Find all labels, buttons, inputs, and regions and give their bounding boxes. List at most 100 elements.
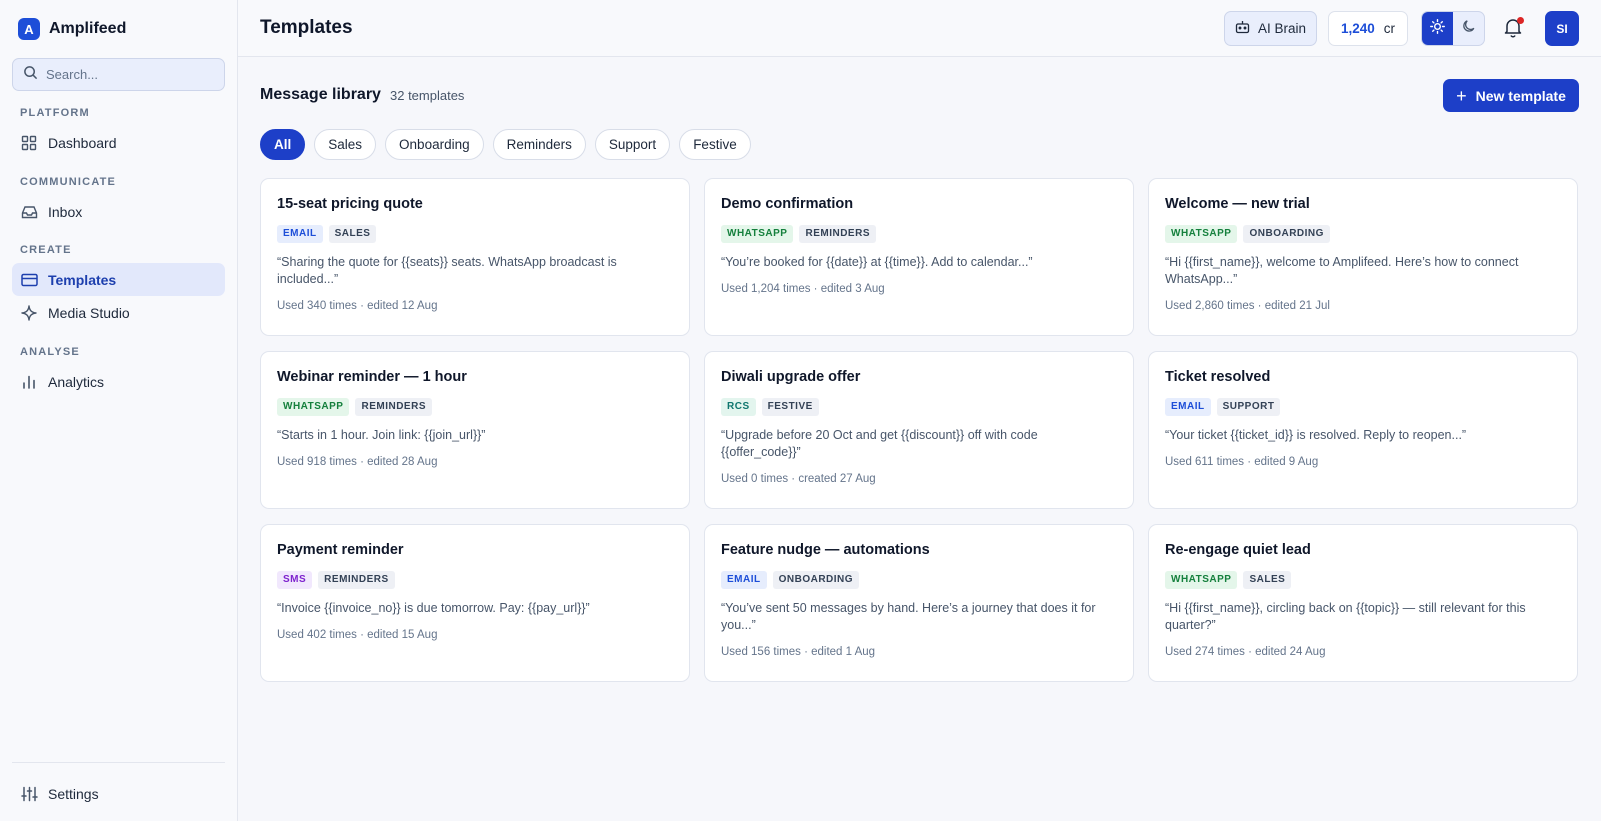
- template-card[interactable]: Re-engage quiet lead WHATSAPP SALES “Hi {…: [1148, 524, 1578, 682]
- template-title: Demo confirmation: [721, 196, 854, 212]
- new-template-button[interactable]: + New template: [1443, 79, 1579, 112]
- template-title: Payment reminder: [277, 542, 404, 558]
- notification-dot: [1517, 17, 1524, 24]
- template-title: Feature nudge — automations: [721, 542, 930, 558]
- filter-chip-all[interactable]: All: [260, 129, 306, 160]
- search-box[interactable]: [12, 58, 225, 91]
- sidebar-item-label: Dashboard: [48, 134, 117, 151]
- sidebar-item-settings[interactable]: Settings: [12, 777, 225, 810]
- template-preview: “Upgrade before 20 Oct and get {{discoun…: [721, 428, 1038, 459]
- templates-icon: [20, 271, 38, 289]
- dashboard-icon: [20, 134, 38, 152]
- template-meta: Used 2,860 times · edited 21 Jul: [1165, 300, 1330, 312]
- filter-chip-reminders[interactable]: Reminders: [492, 129, 586, 160]
- channel-tag: SMS: [277, 571, 313, 589]
- template-preview: “Invoice {{invoice_no}} is due tomorrow.…: [277, 601, 590, 615]
- template-meta: Used 402 times · edited 15 Aug: [277, 629, 438, 641]
- sidebar: A Amplifeed PLATFORM Dashboard COMMUNICA…: [0, 0, 238, 821]
- template-card[interactable]: 15-seat pricing quote EMAIL SALES “Sharin…: [260, 178, 690, 336]
- sidebar-item-templates[interactable]: Templates: [12, 263, 225, 296]
- sidebar-item-dashboard[interactable]: Dashboard: [12, 126, 225, 159]
- theme-toggle[interactable]: [1421, 11, 1485, 46]
- sliders-icon: [20, 785, 38, 803]
- template-grid: 15-seat pricing quote EMAIL SALES “Sharin…: [260, 178, 1579, 682]
- sidebar-item-label: Inbox: [48, 203, 83, 220]
- sidebar-item-label: Templates: [48, 271, 117, 288]
- template-preview: “Your ticket {{ticket_id}} is resolved. …: [1165, 428, 1467, 442]
- filter-chip-onboarding[interactable]: Onboarding: [385, 129, 484, 160]
- plus-icon: +: [1456, 85, 1467, 106]
- sidebar-item-media-studio[interactable]: Media Studio: [12, 296, 225, 329]
- section-label-communicate: COMMUNICATE: [20, 176, 117, 188]
- sun-icon: [1430, 18, 1445, 39]
- bar-chart-icon: [20, 373, 38, 391]
- filter-chip-support[interactable]: Support: [594, 129, 671, 160]
- category-tag: FESTIVE: [761, 398, 819, 416]
- template-meta: Used 1,204 times · edited 3 Aug: [721, 283, 885, 295]
- template-card[interactable]: Webinar reminder — 1 hour WHATSAPP REMIND…: [260, 351, 690, 509]
- template-preview: “Hi {{first_name}}, circling back on {{t…: [1165, 601, 1526, 632]
- template-title: Ticket resolved: [1165, 369, 1271, 385]
- template-meta: Used 340 times · edited 12 Aug: [277, 300, 438, 312]
- inbox-icon: [20, 203, 38, 221]
- search-input[interactable]: [46, 67, 196, 82]
- template-title: Re-engage quiet lead: [1165, 542, 1311, 558]
- category-tag: ONBOARDING: [772, 571, 860, 589]
- avatar[interactable]: SI: [1545, 11, 1579, 46]
- brand-logo: A: [18, 18, 40, 40]
- brand-name: Amplifeed: [49, 20, 127, 37]
- template-title: Diwali upgrade offer: [721, 369, 861, 385]
- section-label-analyse: ANALYSE: [20, 346, 80, 358]
- template-card[interactable]: Payment reminder SMS REMINDERS “Invoice {…: [260, 524, 690, 682]
- sparkle-icon: [20, 304, 38, 322]
- credits-badge[interactable]: 1,240 cr: [1328, 11, 1408, 46]
- category-tag: SALES: [328, 225, 377, 243]
- brand[interactable]: A Amplifeed: [12, 0, 225, 58]
- channel-tag: RCS: [721, 398, 756, 416]
- ai-brain-button[interactable]: AI Brain: [1224, 11, 1317, 46]
- template-preview: “You’re booked for {{date}} at {{time}}.…: [721, 255, 1033, 269]
- robot-icon: [1235, 20, 1250, 37]
- template-meta: Used 918 times · edited 28 Aug: [277, 456, 438, 468]
- sidebar-item-analytics[interactable]: Analytics: [12, 365, 225, 398]
- template-meta: Used 274 times · edited 24 Aug: [1165, 646, 1326, 658]
- sidebar-footer: Settings: [12, 762, 225, 810]
- template-preview: “You’ve sent 50 messages by hand. Here’s…: [721, 601, 1096, 632]
- sidebar-item-label: Settings: [48, 785, 99, 802]
- template-meta: Used 0 times · created 27 Aug: [721, 473, 876, 485]
- template-title: Welcome — new trial: [1165, 196, 1310, 212]
- bell-icon: [1502, 19, 1524, 42]
- dark-mode-button[interactable]: [1453, 12, 1484, 45]
- template-card[interactable]: Welcome — new trial WHATSAPP ONBOARDING “…: [1148, 178, 1578, 336]
- template-title: 15-seat pricing quote: [277, 196, 423, 212]
- filter-chip-sales[interactable]: Sales: [314, 129, 377, 160]
- template-preview: “Sharing the quote for {{seats}} seats. …: [277, 255, 617, 286]
- template-card[interactable]: Feature nudge — automations EMAIL ONBOARD…: [704, 524, 1134, 682]
- library-count: 32 templates: [390, 88, 465, 103]
- credits-unit: cr: [1383, 21, 1396, 36]
- sidebar-item-label: Analytics: [48, 373, 105, 390]
- template-card[interactable]: Diwali upgrade offer RCS FESTIVE “Upgrade…: [704, 351, 1134, 509]
- category-tag: REMINDERS: [318, 571, 395, 589]
- channel-tag: EMAIL: [277, 225, 323, 243]
- sidebar-item-inbox[interactable]: Inbox: [12, 195, 225, 228]
- topbar: Templates AI Brain 1,240 cr SI: [238, 0, 1601, 57]
- template-meta: Used 156 times · edited 1 Aug: [721, 646, 876, 658]
- channel-tag: WHATSAPP: [1165, 225, 1238, 243]
- template-card[interactable]: Ticket resolved EMAIL SUPPORT “Your ticke…: [1148, 351, 1578, 509]
- category-tag: REMINDERS: [355, 398, 432, 416]
- main-content: Message library 32 templates + New templ…: [238, 57, 1601, 821]
- filter-chip-festive[interactable]: Festive: [679, 129, 751, 160]
- notifications-button[interactable]: [1502, 16, 1526, 40]
- category-tag: SUPPORT: [1216, 398, 1281, 416]
- template-meta: Used 611 times · edited 9 Aug: [1165, 456, 1319, 468]
- template-card[interactable]: Demo confirmation WHATSAPP REMINDERS “You…: [704, 178, 1134, 336]
- section-label-create: CREATE: [20, 244, 72, 256]
- library-title: Message library: [260, 86, 381, 103]
- light-mode-button[interactable]: [1422, 12, 1453, 45]
- moon-icon: [1462, 19, 1476, 38]
- category-tag: REMINDERS: [799, 225, 876, 243]
- channel-tag: WHATSAPP: [1165, 571, 1238, 589]
- channel-tag: WHATSAPP: [277, 398, 350, 416]
- ai-brain-label: AI Brain: [1257, 21, 1307, 36]
